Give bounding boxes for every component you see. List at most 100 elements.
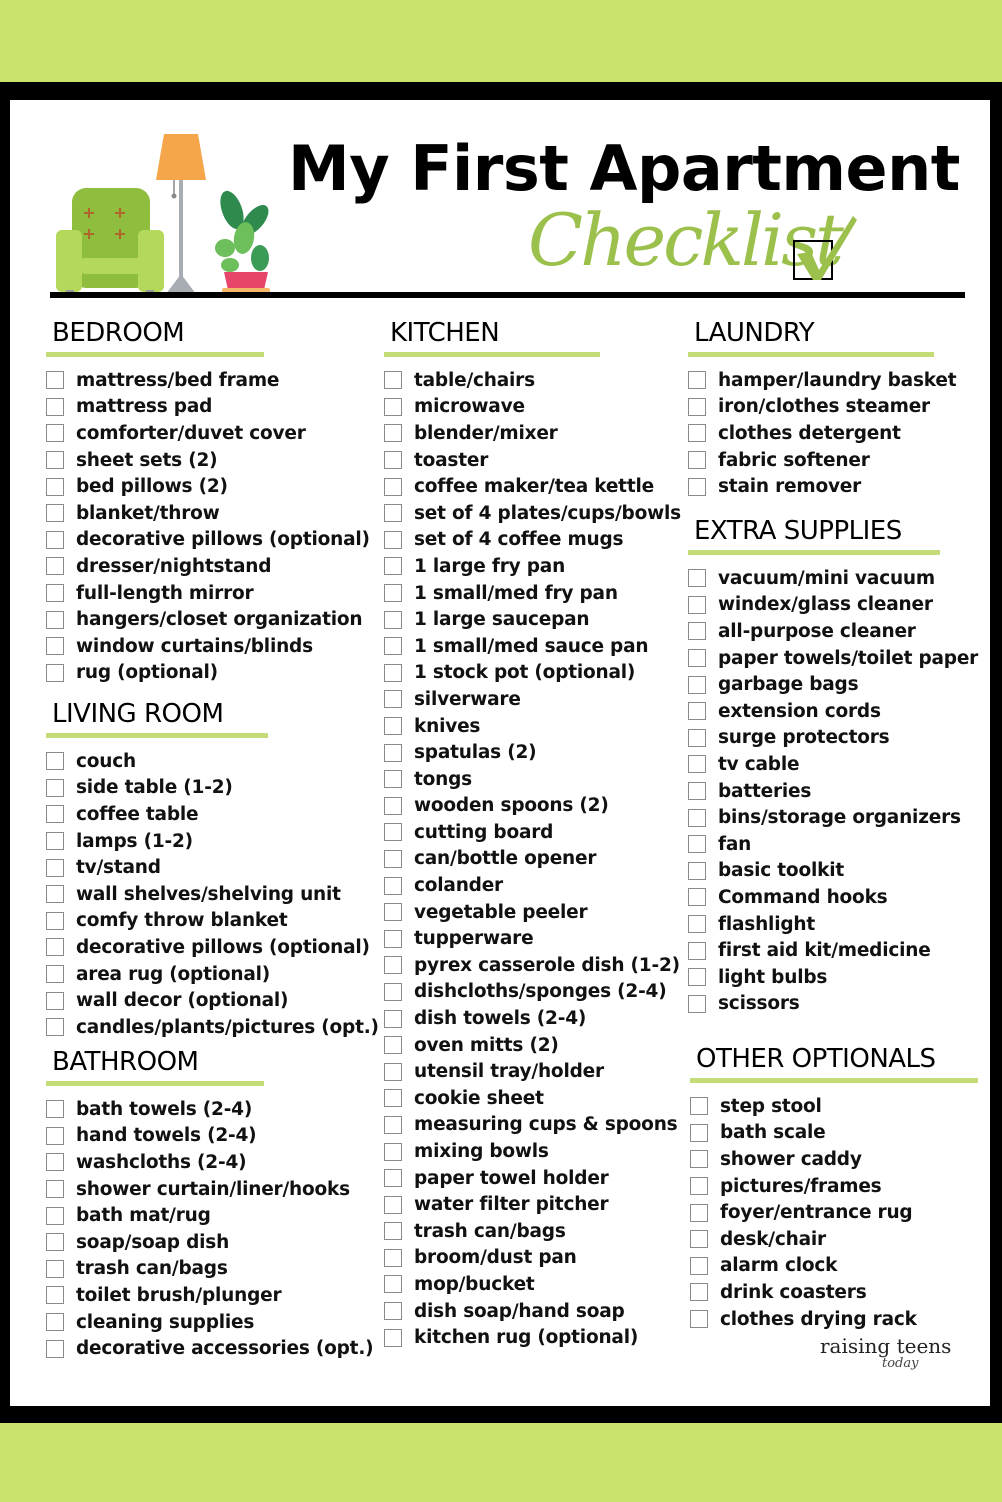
checklist-item[interactable]: comfy throw blanket (46, 908, 366, 935)
checklist-item[interactable]: 1 large saucepan (384, 606, 674, 633)
checkbox[interactable] (384, 504, 402, 523)
checklist-item[interactable]: 1 stock pot (optional) (384, 660, 674, 687)
checkbox[interactable] (46, 938, 64, 957)
checkbox[interactable] (688, 477, 706, 496)
checklist-item[interactable]: batteries (688, 778, 978, 805)
checkbox[interactable] (46, 1100, 64, 1119)
checkbox[interactable] (384, 1248, 402, 1267)
checkbox[interactable] (384, 1036, 402, 1055)
checklist-item[interactable]: bed pillows (2) (46, 473, 346, 500)
checklist-item[interactable]: comforter/duvet cover (46, 420, 346, 447)
checkbox[interactable] (46, 610, 64, 629)
checkbox[interactable] (46, 911, 64, 930)
checklist-item[interactable]: coffee maker/tea kettle (384, 473, 674, 500)
checklist-item[interactable]: dishcloths/sponges (2-4) (384, 979, 674, 1006)
checklist-item[interactable]: set of 4 plates/cups/bowls (384, 500, 681, 527)
checkbox[interactable] (690, 1256, 708, 1275)
checklist-item[interactable]: light bulbs (688, 964, 978, 991)
checkbox[interactable] (384, 982, 402, 1001)
checklist-item[interactable]: can/bottle opener (384, 846, 674, 873)
checkbox[interactable] (46, 1313, 64, 1332)
checklist-item[interactable]: dish soap/hand soap (384, 1298, 674, 1325)
checklist-item[interactable]: spatulas (2) (384, 739, 674, 766)
checkbox[interactable] (688, 808, 706, 827)
checklist-item[interactable]: measuring cups & spoons (384, 1112, 678, 1139)
checkbox[interactable] (690, 1230, 708, 1249)
checklist-item[interactable]: vacuum/mini vacuum (688, 565, 978, 592)
checklist-item[interactable]: dresser/nightstand (46, 553, 346, 580)
checkbox[interactable] (384, 530, 402, 549)
checklist-item[interactable]: shower caddy (690, 1146, 980, 1173)
checklist-item[interactable]: washcloths (2-4) (46, 1149, 366, 1176)
checklist-item[interactable]: tongs (384, 766, 674, 793)
checkbox[interactable] (384, 903, 402, 922)
checklist-item[interactable]: toaster (384, 447, 674, 474)
checklist-item[interactable]: stain remover (688, 473, 978, 500)
checkbox[interactable] (384, 424, 402, 443)
checkbox[interactable] (384, 1302, 402, 1321)
checklist-item[interactable]: set of 4 coffee mugs (384, 527, 674, 554)
checkbox[interactable] (690, 1097, 708, 1116)
checklist-item[interactable]: fan (688, 831, 978, 858)
checkbox[interactable] (46, 504, 64, 523)
checkbox[interactable] (384, 371, 402, 390)
checklist-item[interactable]: full-length mirror (46, 580, 346, 607)
checklist-item[interactable]: alarm clock (690, 1253, 980, 1280)
checkbox[interactable] (384, 1328, 402, 1347)
checkbox[interactable] (688, 569, 706, 588)
checkbox[interactable] (46, 1018, 64, 1037)
checkbox[interactable] (384, 823, 402, 842)
checkbox[interactable] (46, 424, 64, 443)
checkbox[interactable] (688, 649, 706, 668)
checkbox[interactable] (690, 1310, 708, 1329)
checklist-item[interactable]: toilet brush/plunger (46, 1282, 366, 1309)
checklist-item[interactable]: iron/clothes steamer (688, 394, 978, 421)
checklist-item[interactable]: shower curtain/liner/hooks (46, 1176, 366, 1203)
checkbox[interactable] (46, 805, 64, 824)
checklist-item[interactable]: trash can/bags (384, 1218, 674, 1245)
checkbox[interactable] (46, 663, 64, 682)
checkbox[interactable] (384, 1169, 402, 1188)
checkbox[interactable] (46, 530, 64, 549)
checkbox[interactable] (384, 610, 402, 629)
checklist-item[interactable]: water filter pitcher (384, 1191, 674, 1218)
checklist-item[interactable]: rug (optional) (46, 660, 346, 687)
checklist-item[interactable]: cookie sheet (384, 1085, 674, 1112)
checkbox[interactable] (46, 1126, 64, 1145)
checklist-item[interactable]: drink coasters (690, 1279, 980, 1306)
checklist-item[interactable]: decorative pillows (optional) (46, 934, 370, 961)
checkbox[interactable] (46, 1153, 64, 1172)
checkbox[interactable] (384, 690, 402, 709)
checkbox[interactable] (384, 451, 402, 470)
checklist-item[interactable]: coffee table (46, 801, 366, 828)
checkbox[interactable] (688, 451, 706, 470)
checkbox[interactable] (46, 965, 64, 984)
checklist-item[interactable]: dish towels (2-4) (384, 1005, 674, 1032)
checkbox[interactable] (384, 770, 402, 789)
checklist-item[interactable]: soap/soap dish (46, 1229, 366, 1256)
checklist-item[interactable]: trash can/bags (46, 1256, 366, 1283)
checklist-item[interactable]: extension cords (688, 698, 978, 725)
checklist-item[interactable]: bath towels (2-4) (46, 1096, 366, 1123)
checklist-item[interactable]: 1 large fry pan (384, 553, 674, 580)
checkbox[interactable] (46, 557, 64, 576)
checklist-item[interactable]: candles/plants/pictures (opt.) (46, 1014, 379, 1041)
checklist-item[interactable]: hamper/laundry basket (688, 367, 978, 394)
checklist-item[interactable]: basic toolkit (688, 858, 978, 885)
checklist-item[interactable]: colander (384, 872, 674, 899)
checklist-item[interactable]: clothes detergent (688, 420, 978, 447)
checkbox[interactable] (46, 1206, 64, 1225)
checklist-item[interactable]: silverware (384, 686, 674, 713)
checklist-item[interactable]: bins/storage organizers (688, 804, 978, 831)
checkbox[interactable] (690, 1123, 708, 1142)
checklist-item[interactable]: tv cable (688, 751, 978, 778)
checklist-item[interactable]: decorative pillows (optional) (46, 527, 370, 554)
checklist-item[interactable]: garbage bags (688, 671, 978, 698)
checklist-item[interactable]: blanket/throw (46, 500, 346, 527)
checklist-item[interactable]: paper towels/toilet paper (688, 645, 978, 672)
checkbox[interactable] (688, 397, 706, 416)
checkbox[interactable] (690, 1203, 708, 1222)
checkbox[interactable] (46, 858, 64, 877)
checkbox[interactable] (384, 1142, 402, 1161)
checklist-item[interactable]: lamps (1-2) (46, 828, 366, 855)
